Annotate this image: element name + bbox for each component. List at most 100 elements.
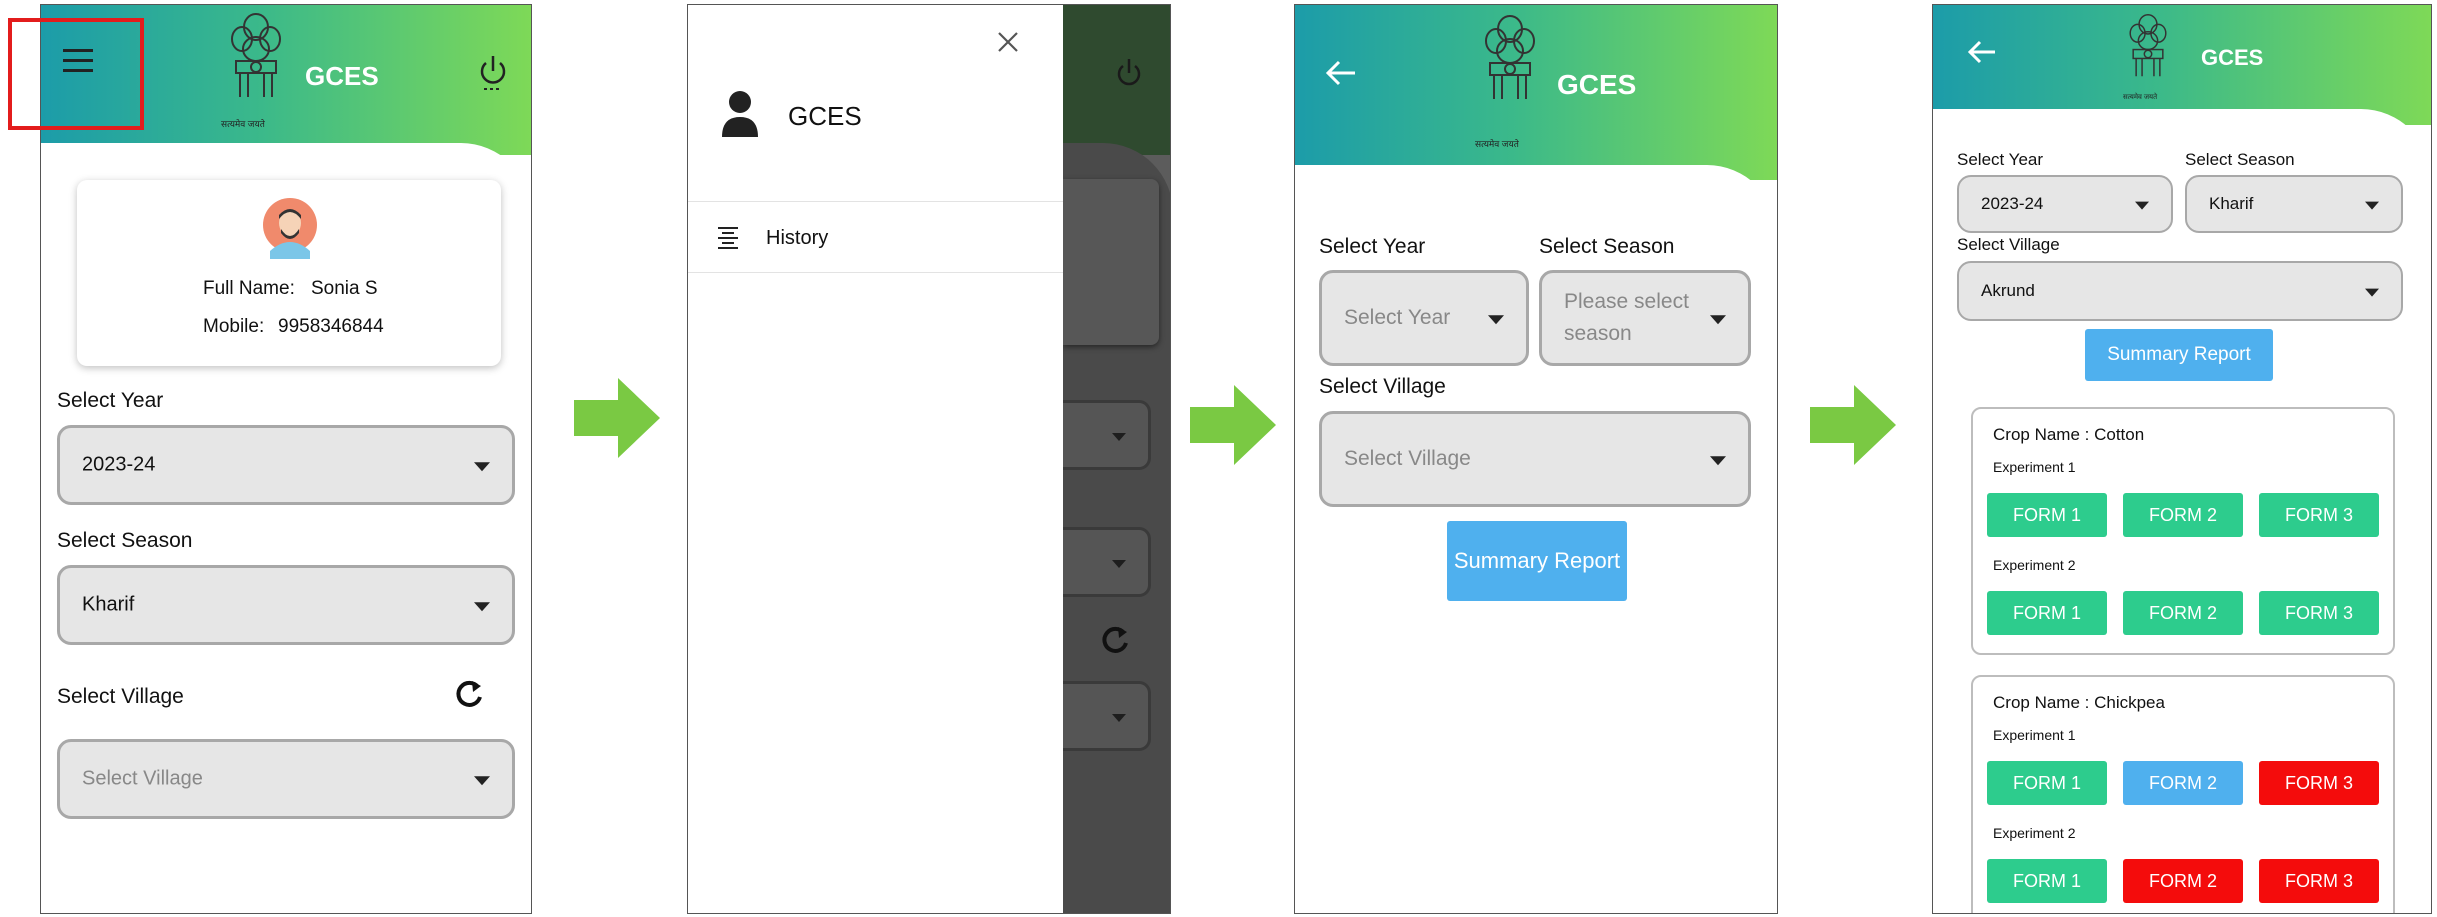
year-select[interactable]: 2023-24 [1957, 175, 2173, 233]
mobile-label: Mobile: [203, 316, 265, 337]
village-select[interactable]: Akrund [1957, 261, 2403, 321]
screen-drawer: GCES History [687, 4, 1171, 914]
chevron-down-icon [2365, 201, 2379, 210]
season-value: Kharif [2209, 194, 2254, 213]
season-select[interactable]: Please select season [1539, 270, 1751, 366]
select-village-label: Select Village [1319, 375, 1446, 398]
year-value: 2023-24 [82, 453, 156, 476]
user-icon [722, 91, 758, 137]
village-placeholder: Select Village [1344, 447, 1471, 470]
year-placeholder: Select Year [1344, 306, 1451, 329]
flow-arrow-icon [1190, 385, 1276, 465]
form-1-button[interactable]: FORM 1 [1987, 761, 2107, 805]
mobile-value: 9958346844 [278, 316, 384, 337]
experiment-label: Experiment 2 [1993, 825, 2076, 841]
app-title: GCES [305, 61, 379, 91]
history-icon [718, 227, 738, 249]
form-3-button[interactable]: FORM 3 [2259, 493, 2379, 537]
season-select[interactable]: Kharif [57, 565, 515, 645]
crop-title: Crop Name : Chickpea [1993, 693, 2165, 712]
form-2-button[interactable]: FORM 2 [2123, 761, 2243, 805]
drawer-title: GCES [788, 101, 862, 131]
season-select[interactable]: Kharif [2185, 175, 2403, 233]
refresh-icon[interactable] [454, 677, 484, 711]
drawer-item-history[interactable]: History [688, 203, 1063, 273]
form-1-button[interactable]: FORM 1 [1987, 859, 2107, 903]
chevron-down-icon [1488, 315, 1504, 325]
form-3-button[interactable]: FORM 3 [2259, 761, 2379, 805]
form-3-button[interactable]: FORM 3 [2259, 591, 2379, 635]
year-value: 2023-24 [1981, 194, 2044, 213]
back-arrow-icon[interactable] [1325, 59, 1357, 87]
summary-report-button[interactable]: Summary Report [2085, 329, 2273, 381]
dimmed-refresh-icon [1102, 626, 1128, 653]
menu-highlight-box [8, 18, 144, 130]
history-label: History [766, 227, 829, 249]
profile-card: Full Name: Sonia S Mobile: 9958346844 [77, 180, 501, 366]
power-icon[interactable] [478, 53, 508, 95]
crop-card-cotton: Crop Name : Cotton Experiment 1 FORM 1 F… [1971, 407, 2395, 655]
experiment-label: Experiment 1 [1993, 459, 2076, 475]
form-2-button[interactable]: FORM 2 [2123, 493, 2243, 537]
dimmed-year-select [1063, 400, 1151, 470]
avatar [263, 198, 317, 259]
screen-results: सत्यमेव जयते GCES Select Year Select Sea… [1932, 4, 2432, 914]
emblem-caption: सत्यमेव जयते [2123, 94, 2158, 101]
chevron-down-icon [474, 602, 490, 612]
emblem-caption: सत्यमेव जयते [1475, 139, 1519, 149]
season-placeholder: Please select season [1564, 290, 1689, 345]
select-season-label: Select Season [1539, 235, 1675, 258]
dimmed-village-select [1063, 681, 1151, 751]
crop-card-chickpea: Crop Name : Chickpea Experiment 1 FORM 1… [1971, 675, 2395, 913]
app-header [1933, 5, 2431, 125]
chevron-down-icon [474, 462, 490, 472]
screen-selection: सत्यमेव जयते GCES Select Year Select Sea… [1294, 4, 1778, 914]
form-3-button[interactable]: FORM 3 [2259, 859, 2379, 903]
full-name-value: Sonia S [311, 278, 378, 299]
emblem-logo [1485, 15, 1535, 99]
village-select[interactable]: Select Village [57, 739, 515, 819]
emblem-caption: सत्यमेव जयते [221, 119, 265, 129]
dimmed-season-select [1063, 527, 1151, 597]
select-village-label: Select Village [57, 685, 184, 708]
village-select[interactable]: Select Village [1319, 411, 1751, 507]
year-select[interactable]: Select Year [1319, 270, 1529, 366]
crop-title: Crop Name : Cotton [1993, 425, 2145, 444]
select-year-label: Select Year [1319, 235, 1426, 258]
form-1-button[interactable]: FORM 1 [1987, 591, 2107, 635]
nav-drawer: GCES History [688, 5, 1063, 913]
flow-arrow-icon [1810, 385, 1896, 465]
experiment-label: Experiment 1 [1993, 727, 2076, 743]
dimmed-power-icon [1117, 59, 1141, 86]
chevron-down-icon [474, 776, 490, 786]
form-1-button[interactable]: FORM 1 [1987, 493, 2107, 537]
select-season-label: Select Season [57, 529, 193, 552]
chevron-down-icon [1710, 315, 1726, 325]
select-village-label: Select Village [1957, 235, 2060, 254]
close-icon[interactable] [997, 31, 1019, 53]
chevron-down-icon [2365, 288, 2379, 297]
drawer-divider [688, 201, 1063, 202]
chevron-down-icon [2135, 201, 2149, 210]
emblem-logo [2129, 13, 2167, 77]
select-season-label: Select Season [2185, 150, 2295, 169]
flow-arrow-icon [574, 378, 660, 458]
season-value: Kharif [82, 593, 135, 616]
emblem-logo [231, 13, 281, 97]
experiment-label: Experiment 2 [1993, 557, 2076, 573]
summary-report-button[interactable]: Summary Report [1447, 521, 1627, 601]
form-2-button[interactable]: FORM 2 [2123, 591, 2243, 635]
screen-home: सत्यमेव जयते GCES Full Name: Sonia S Mob… [40, 4, 532, 914]
form-2-button[interactable]: FORM 2 [2123, 859, 2243, 903]
village-value: Akrund [1981, 281, 2035, 300]
village-placeholder: Select Village [82, 767, 203, 790]
full-name-label: Full Name: [203, 278, 295, 299]
app-title: GCES [2201, 45, 2264, 70]
select-year-label: Select Year [1957, 150, 2044, 169]
year-select[interactable]: 2023-24 [57, 425, 515, 505]
app-title: GCES [1557, 69, 1637, 100]
dimmed-card [1063, 179, 1159, 345]
select-year-label: Select Year [57, 389, 164, 412]
back-arrow-icon[interactable] [1967, 39, 1997, 65]
chevron-down-icon [1710, 456, 1726, 466]
